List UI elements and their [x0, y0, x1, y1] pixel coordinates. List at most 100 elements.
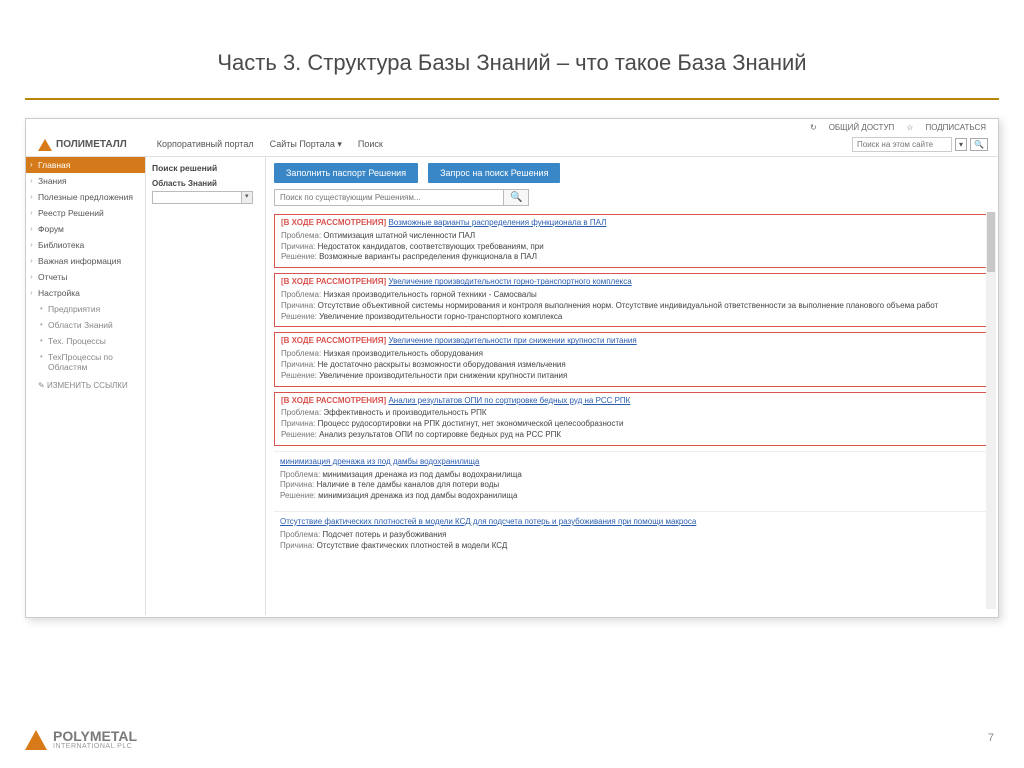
slide-title: Часть 3. Структура Базы Знаний – что так…	[0, 0, 1024, 98]
sidebar-edit-links[interactable]: ✎ ИЗМЕНИТЬ ССЫЛКИ	[26, 375, 145, 393]
result-card: [В ХОДЕ РАССМОТРЕНИЯ] Увеличение произво…	[274, 273, 988, 327]
cause-label: Причина:	[281, 242, 315, 251]
app-window: ↻ ОБЩИЙ ДОСТУП ☆ ПОДПИСАТЬСЯ ПОЛИМЕТАЛЛ …	[25, 118, 999, 618]
sidebar-item-registry[interactable]: Реестр Решений	[26, 205, 145, 221]
cause-label: Причина:	[280, 480, 314, 489]
problem-text: Низкая производительность горной техники…	[323, 290, 536, 299]
solution-text: Анализ результатов ОПИ по сортировке бед…	[319, 430, 561, 439]
nav-corporate[interactable]: Корпоративный портал	[157, 139, 254, 150]
problem-text: Низкая производительность оборудования	[323, 349, 483, 358]
scrollbar-thumb[interactable]	[987, 212, 995, 272]
footer-brand: POLYMETAL	[53, 729, 137, 743]
result-title-link[interactable]: Увеличение производительности горно-тран…	[388, 277, 631, 286]
problem-label: Проблема:	[280, 530, 320, 539]
share-link[interactable]: ОБЩИЙ ДОСТУП	[829, 123, 895, 132]
filter-panel: Поиск решений Область Знаний ▾	[146, 157, 266, 615]
cause-text: Процесс рудосортировки на РПК достигнут,…	[318, 419, 624, 428]
fill-passport-button[interactable]: Заполнить паспорт Решения	[274, 163, 418, 183]
sidebar-sub-techbyarea[interactable]: ТехПроцессы по Областям	[26, 349, 145, 375]
scrollbar[interactable]	[986, 212, 996, 609]
problem-text: Эффективность и производительность РПК	[323, 408, 486, 417]
nav-sites[interactable]: Сайты Портала ▾	[270, 139, 342, 150]
solution-label: Решение:	[281, 430, 317, 439]
sidebar-item-forum[interactable]: Форум	[26, 221, 145, 237]
site-search: ▾ 🔍	[852, 137, 988, 152]
problem-label: Проблема:	[281, 408, 321, 417]
problem-label: Проблема:	[280, 470, 320, 479]
cause-label: Причина:	[281, 419, 315, 428]
utility-bar: ↻ ОБЩИЙ ДОСТУП ☆ ПОДПИСАТЬСЯ	[810, 123, 986, 132]
logo-text: ПОЛИМЕТАЛЛ	[56, 139, 127, 150]
body: Главная Знания Полезные предложения Реес…	[26, 157, 998, 615]
site-search-dropdown[interactable]: ▾	[955, 138, 967, 151]
sidebar-item-library[interactable]: Библиотека	[26, 237, 145, 253]
page-number: 7	[988, 732, 994, 744]
solution-text: Увеличение производительности горно-тран…	[319, 312, 562, 321]
filter-label: Область Знаний	[152, 179, 259, 188]
status-badge: [В ХОДЕ РАССМОТРЕНИЯ]	[281, 218, 386, 227]
sidebar-sub-enterprises[interactable]: Предприятия	[26, 301, 145, 317]
cause-label: Причина:	[281, 360, 315, 369]
problem-label: Проблема:	[281, 349, 321, 358]
problem-text: Подсчет потерь и разубоживания	[322, 530, 446, 539]
refresh-icon[interactable]: ↻	[810, 123, 817, 132]
filter-area-input[interactable]	[152, 191, 242, 204]
filter-header: Поиск решений	[152, 163, 259, 173]
result-title-link[interactable]: Увеличение производительности при снижен…	[388, 336, 636, 345]
button-row: Заполнить паспорт Решения Запрос на поис…	[274, 163, 988, 183]
solution-label: Решение:	[281, 371, 317, 380]
cause-text: Недостаток кандидатов, соответствующих т…	[318, 242, 544, 251]
star-icon[interactable]: ☆	[906, 123, 913, 132]
top-nav: Корпоративный портал Сайты Портала ▾ Пои…	[157, 139, 383, 150]
site-search-input[interactable]	[852, 137, 952, 152]
status-badge: [В ХОДЕ РАССМОТРЕНИЯ]	[281, 277, 386, 286]
nav-search[interactable]: Поиск	[358, 139, 383, 150]
status-badge: [В ХОДЕ РАССМОТРЕНИЯ]	[281, 336, 386, 345]
sidebar-item-main[interactable]: Главная	[26, 157, 145, 173]
result-card: [В ХОДЕ РАССМОТРЕНИЯ] Анализ результатов…	[274, 392, 988, 446]
cause-label: Причина:	[280, 541, 314, 550]
result-card: Отсутствие фактических плотностей в моде…	[274, 511, 988, 555]
sidebar-sub-tech[interactable]: Тех. Процессы	[26, 333, 145, 349]
divider	[25, 98, 999, 100]
solution-search: 🔍	[274, 189, 988, 206]
logo[interactable]: ПОЛИМЕТАЛЛ	[38, 139, 127, 151]
solution-label: Решение:	[280, 491, 316, 500]
site-search-button[interactable]: 🔍	[970, 138, 988, 151]
sidebar: Главная Знания Полезные предложения Реес…	[26, 157, 146, 615]
cause-text: Отсутствие фактических плотностей в моде…	[317, 541, 508, 550]
result-title-link[interactable]: Отсутствие фактических плотностей в моде…	[280, 517, 696, 526]
result-title-link[interactable]: Возможные варианты распределения функцио…	[388, 218, 606, 227]
result-card: [В ХОДЕ РАССМОТРЕНИЯ] Возможные варианты…	[274, 214, 988, 268]
sidebar-item-knowledge[interactable]: Знания	[26, 173, 145, 189]
cause-text: Наличие в теле дамбы каналов для потери …	[317, 480, 500, 489]
solution-label: Решение:	[281, 252, 317, 261]
footer-sub: INTERNATIONAL PLC	[53, 743, 137, 750]
sidebar-item-proposals[interactable]: Полезные предложения	[26, 189, 145, 205]
result-card: [В ХОДЕ РАССМОТРЕНИЯ] Увеличение произво…	[274, 332, 988, 386]
problem-text: Оптимизация штатной численности ПАЛ	[323, 231, 475, 240]
status-badge: [В ХОДЕ РАССМОТРЕНИЯ]	[281, 396, 386, 405]
sidebar-item-settings[interactable]: Настройка	[26, 285, 145, 301]
solution-text: Увеличение производительности при снижен…	[319, 371, 567, 380]
solution-text: минимизация дренажа из под дамбы водохра…	[318, 491, 517, 500]
request-search-button[interactable]: Запрос на поиск Решения	[428, 163, 560, 183]
sidebar-item-reports[interactable]: Отчеты	[26, 269, 145, 285]
subscribe-link[interactable]: ПОДПИСАТЬСЯ	[925, 123, 986, 132]
footer-logo-icon	[25, 730, 47, 750]
problem-text: минимизация дренажа из под дамбы водохра…	[322, 470, 521, 479]
logo-icon	[38, 139, 52, 151]
filter-area-dropdown[interactable]: ▾	[242, 191, 253, 204]
problem-label: Проблема:	[281, 290, 321, 299]
solution-search-button[interactable]: 🔍	[504, 189, 529, 206]
result-title-link[interactable]: минимизация дренажа из под дамбы водохра…	[280, 457, 479, 466]
sidebar-item-important[interactable]: Важная информация	[26, 253, 145, 269]
sidebar-sub-areas[interactable]: Области Знаний	[26, 317, 145, 333]
main-content: Заполнить паспорт Решения Запрос на поис…	[266, 157, 998, 615]
solution-label: Решение:	[281, 312, 317, 321]
problem-label: Проблема:	[281, 231, 321, 240]
solution-search-input[interactable]	[274, 189, 504, 206]
cause-label: Причина:	[281, 301, 315, 310]
result-title-link[interactable]: Анализ результатов ОПИ по сортировке бед…	[388, 396, 630, 405]
cause-text: Отсутствие объективной системы нормирова…	[318, 301, 939, 310]
